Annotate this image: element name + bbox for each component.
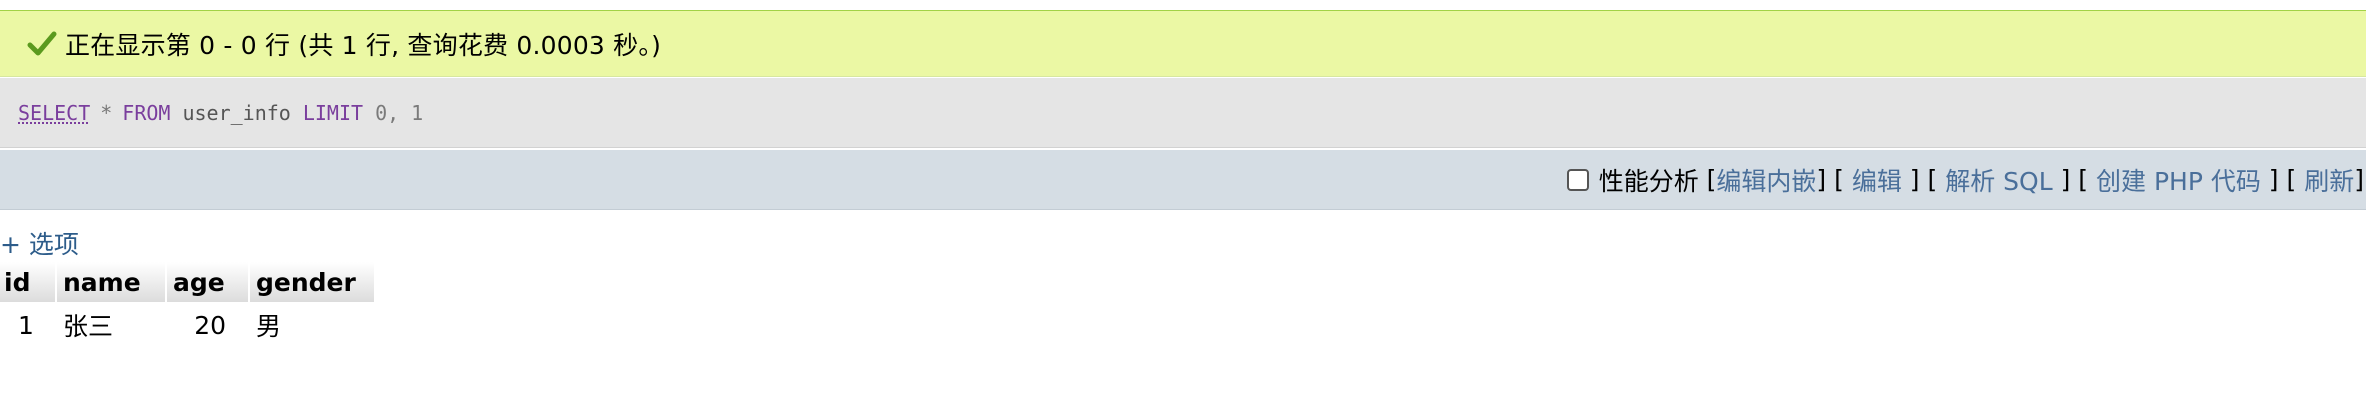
column-header-name[interactable]: name	[57, 262, 167, 302]
sql-limit-keyword: LIMIT	[302, 100, 364, 125]
table-header-row: id name age gender	[0, 262, 376, 302]
sql-query-box: SELECT * FROM user_info LIMIT 0, 1	[0, 78, 2366, 148]
success-banner: 正在显示第 0 - 0 行 (共 1 行, 查询花费 0.0003 秒。)	[0, 10, 2366, 77]
options-toggle[interactable]: + 选项	[0, 225, 79, 261]
sql-table-name: user_info	[182, 100, 291, 125]
edit-link[interactable]: 编辑	[1852, 162, 1902, 198]
query-results-panel: 正在显示第 0 - 0 行 (共 1 行, 查询花费 0.0003 秒。) SE…	[0, 0, 2366, 412]
success-message: 正在显示第 0 - 0 行 (共 1 行, 查询花费 0.0003 秒。)	[65, 30, 662, 60]
table-row: 1 张三 20 男	[0, 302, 376, 348]
refresh-link[interactable]: 刷新	[2304, 162, 2354, 198]
check-icon	[27, 29, 57, 59]
profiling-checkbox[interactable]	[1566, 168, 1589, 191]
sql-star: *	[100, 100, 113, 125]
cell-name[interactable]: 张三	[57, 302, 167, 348]
column-header-age[interactable]: age	[167, 262, 250, 302]
result-table: id name age gender 1 张三 20 男	[0, 262, 376, 348]
cell-gender[interactable]: 男	[250, 302, 376, 348]
edit-inline-link[interactable]: 编辑内嵌	[1716, 162, 1816, 198]
create-php-code-link[interactable]: 创建 PHP 代码	[2096, 162, 2261, 198]
column-header-gender[interactable]: gender	[250, 262, 376, 302]
cell-id[interactable]: 1	[0, 302, 57, 348]
sql-select-keyword[interactable]: SELECT	[18, 101, 90, 125]
profiling-label: 性能分析	[1598, 166, 1699, 196]
column-header-id[interactable]: id	[0, 262, 57, 302]
explain-sql-link[interactable]: 解析 SQL	[1945, 162, 2052, 198]
query-toolbar: 性能分析 [编辑内嵌] [ 编辑 ] [ 解析 SQL ] [ 创建 PHP 代…	[0, 150, 2366, 210]
cell-age[interactable]: 20	[167, 302, 250, 348]
sql-from-keyword: FROM	[122, 100, 171, 125]
sql-limit-args: 0, 1	[375, 100, 424, 125]
